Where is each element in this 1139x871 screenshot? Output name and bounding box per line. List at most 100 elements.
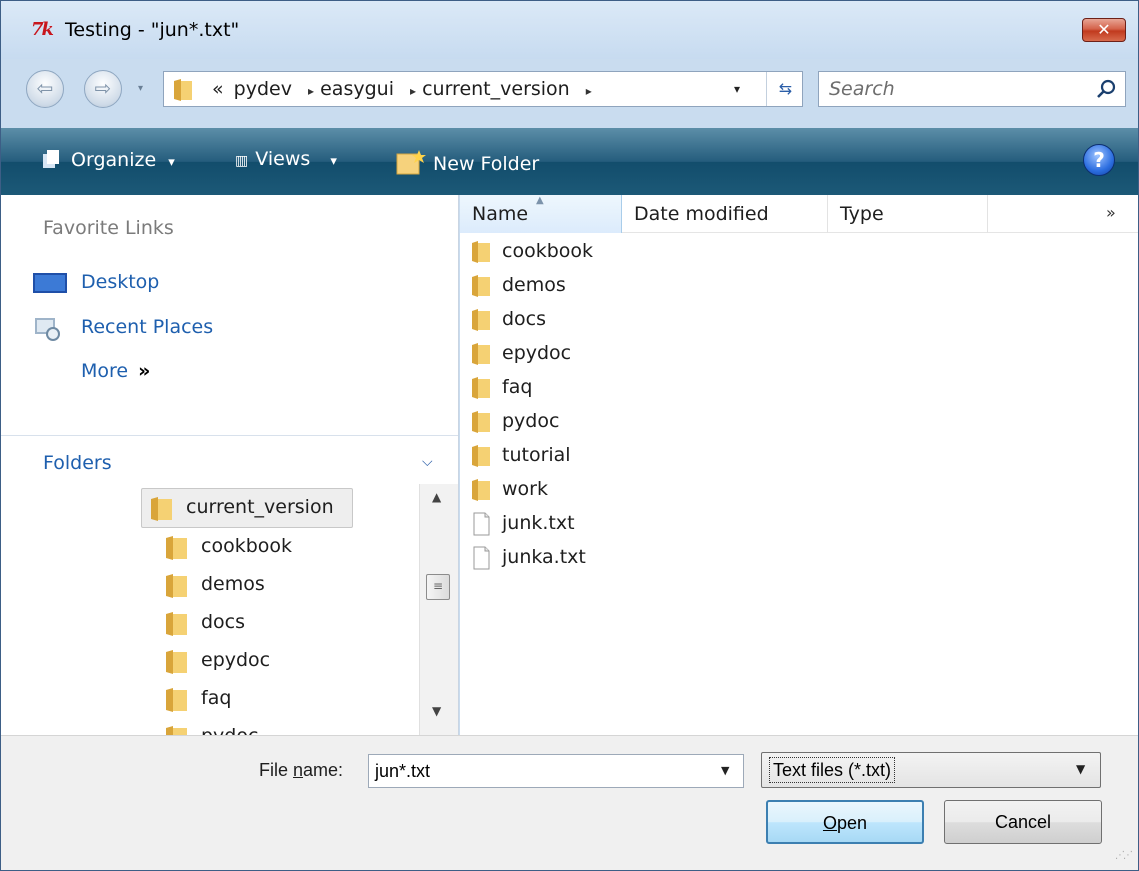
organize-menu[interactable]: Organize ▾ [41, 148, 175, 171]
dialog-footer: File name: jun*.txt ▼ Text files (*.txt)… [1, 735, 1138, 870]
scroll-down-arrow-icon[interactable]: ▼ [432, 704, 441, 718]
navigation-row: ⇦ ⇨ ▾ « pydev ▸ easygui ▸ current_versio… [1, 65, 1138, 123]
new-folder-label: New Folder [433, 153, 540, 175]
folder-tree-scrollbar[interactable]: ▲ ≡ ▼ [419, 484, 458, 735]
folder-icon [174, 79, 192, 101]
more-columns-button[interactable]: » [1106, 203, 1116, 222]
file-type-value: Text files (*.txt) [769, 757, 896, 783]
breadcrumb-easygui[interactable]: easygui [320, 78, 394, 100]
close-button[interactable]: ✕ [1082, 18, 1126, 42]
breadcrumb: « pydev ▸ easygui ▸ current_version ▸ [212, 78, 592, 100]
views-menu[interactable]: ▥ Views ▾ [235, 148, 337, 170]
tree-item-label: faq [201, 687, 232, 709]
forward-button[interactable]: ⇨ [84, 70, 122, 108]
organize-label: Organize [71, 149, 157, 171]
file-name: cookbook [502, 240, 594, 262]
breadcrumb-current-version[interactable]: current_version [422, 78, 570, 100]
folder-icon [166, 612, 187, 636]
favorite-links-heading: Favorite Links [43, 217, 174, 239]
search-input[interactable]: Search [818, 71, 1126, 107]
column-header-row: Name ▲ Date modified Type » [460, 195, 1138, 233]
breadcrumb-overflow[interactable]: « [212, 78, 224, 100]
column-header-type[interactable]: Type [828, 195, 988, 233]
window-title: Testing - "jun*.txt" [65, 19, 240, 41]
tree-item-cookbook[interactable]: cookbook [157, 528, 357, 568]
folder-icon [166, 726, 187, 735]
search-placeholder: Search [829, 78, 895, 100]
tree-item-docs[interactable]: docs [157, 604, 357, 644]
favorite-link-recent-places[interactable]: Recent Places [35, 316, 214, 341]
chevron-down-icon: ▾ [330, 154, 337, 169]
resize-grip-icon[interactable]: ⋰⋰ [1115, 850, 1133, 861]
file-name: demos [502, 274, 566, 296]
breadcrumb-separator[interactable]: ▸ [410, 84, 416, 98]
more-label: More [81, 360, 129, 382]
scroll-thumb[interactable]: ≡ [426, 574, 450, 600]
column-header-label: Name [472, 203, 529, 225]
file-name: docs [502, 308, 547, 330]
tree-item-current-version[interactable]: current_version [141, 488, 353, 528]
favorite-link-desktop[interactable]: Desktop [33, 271, 159, 293]
back-arrow-icon: ⇦ [36, 76, 54, 100]
views-label: Views [255, 148, 311, 170]
new-folder-button[interactable]: New Folder [395, 148, 539, 176]
new-folder-icon [396, 150, 426, 175]
folder-icon [472, 377, 490, 399]
text-file-icon [473, 512, 490, 536]
breadcrumb-pydev[interactable]: pydev [234, 78, 292, 100]
recent-places-icon [35, 318, 60, 341]
breadcrumb-separator[interactable]: ▸ [308, 84, 314, 98]
tree-item-label: cookbook [201, 535, 293, 557]
folder-icon [166, 536, 187, 560]
file-name: tutorial [502, 444, 571, 466]
file-name: pydoc [502, 410, 560, 432]
chevron-down-icon: ⌵ [422, 454, 433, 470]
back-button[interactable]: ⇦ [26, 70, 64, 108]
chevron-down-icon[interactable]: ▼ [721, 764, 729, 777]
file-type-select[interactable]: Text files (*.txt) ▼ [761, 752, 1101, 788]
command-toolbar: Organize ▾ ▥ Views ▾ New Folder ? [1, 128, 1138, 195]
file-name: epydoc [502, 342, 572, 364]
folder-icon [472, 343, 490, 365]
tree-item-pydoc[interactable]: pydoc [157, 718, 357, 735]
folder-icon [472, 309, 490, 331]
title-bar: 7k Testing - "jun*.txt" ✕ [1, 1, 1138, 59]
tree-item-label: pydoc [201, 725, 258, 735]
search-icon[interactable] [1095, 78, 1117, 100]
folder-icon [166, 574, 187, 598]
folder-icon [472, 411, 490, 433]
favorite-links-more[interactable]: More » [81, 360, 150, 382]
chevron-down-icon: ▾ [168, 155, 175, 170]
folder-icon [472, 275, 490, 297]
folder-icon [166, 688, 187, 712]
tree-item-label: current_version [186, 496, 334, 518]
tree-item-demos[interactable]: demos [157, 566, 357, 606]
scroll-up-arrow-icon[interactable]: ▲ [432, 490, 441, 504]
file-name: junka.txt [502, 546, 586, 568]
file-name-input[interactable]: jun*.txt ▼ [368, 754, 744, 788]
tree-item-epydoc[interactable]: epydoc [157, 642, 357, 682]
recent-pages-dropdown[interactable]: ▾ [138, 83, 143, 94]
file-name: work [502, 478, 548, 500]
open-button[interactable]: Open [766, 800, 924, 844]
column-header-label: Date modified [634, 203, 769, 225]
tk-logo-icon: 7k [31, 19, 54, 40]
help-button[interactable]: ? [1083, 144, 1115, 176]
address-bar[interactable]: « pydev ▸ easygui ▸ current_version ▸ ▾ … [163, 71, 803, 107]
address-dropdown[interactable]: ▾ [734, 82, 740, 96]
double-chevron-right-icon: » [138, 360, 151, 382]
tree-item-label: docs [201, 611, 246, 633]
favorite-link-label: Recent Places [81, 316, 214, 338]
file-name-value: jun*.txt [375, 761, 431, 781]
tree-item-faq[interactable]: faq [157, 680, 357, 720]
views-icon: ▥ [235, 153, 250, 169]
column-header-date-modified[interactable]: Date modified [622, 195, 828, 233]
breadcrumb-separator[interactable]: ▸ [586, 84, 592, 98]
desktop-icon [33, 273, 67, 293]
folder-icon [472, 241, 490, 263]
chevron-down-icon: ▼ [1076, 762, 1086, 776]
folders-header[interactable]: Folders ⌵ [1, 435, 458, 483]
refresh-button[interactable]: ⇆ [766, 72, 804, 106]
cancel-button[interactable]: Cancel [944, 800, 1102, 844]
refresh-icon: ⇆ [778, 79, 793, 98]
